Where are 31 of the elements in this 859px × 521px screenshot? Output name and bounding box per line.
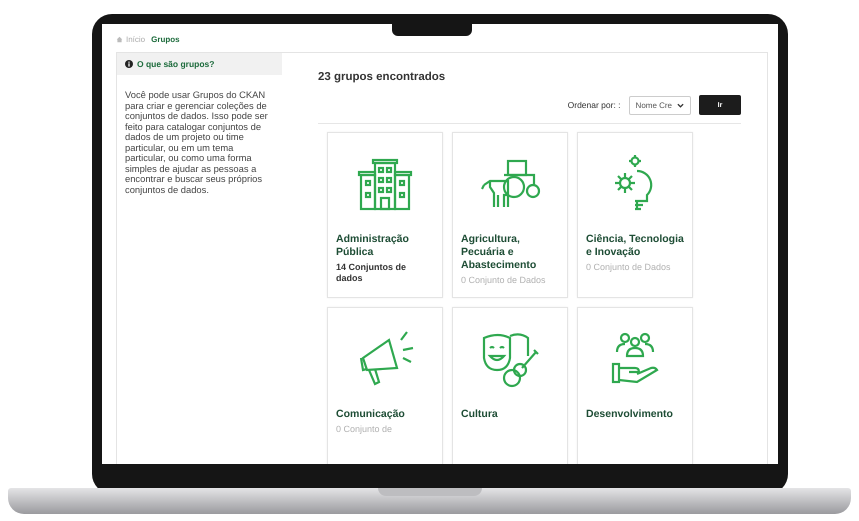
group-card[interactable]: Administração Pública 14 Conjuntos de dados — [327, 132, 443, 298]
group-title[interactable]: Ciência, Tecnologia e Inovação — [586, 233, 684, 260]
dataset-count: 0 Conjunto de Dados — [586, 262, 672, 274]
megaphone-icon — [360, 330, 414, 386]
group-title[interactable]: Cultura — [461, 408, 559, 422]
info-icon — [125, 60, 133, 68]
breadcrumb-link[interactable]: Grupos — [151, 34, 180, 44]
chevron-icon — [677, 103, 684, 108]
dataset-count: 0 Conjunto de — [336, 424, 394, 435]
results-title: 23 grupos encontrados — [318, 71, 446, 83]
people-and-hand-icon — [612, 332, 658, 384]
group-card[interactable]: Comunicação 0 Conjunto de — [327, 307, 443, 464]
group-card[interactable]: Cultura — [452, 307, 568, 464]
group-title[interactable]: Administração Pública — [336, 233, 434, 260]
group-card[interactable]: Ciência, Tecnologia e Inovação 0 Conjunto de Dados — [577, 132, 693, 298]
gear-lightbulb-icon — [614, 154, 652, 210]
sidebar-link[interactable]: O que são grupos? — [137, 59, 214, 69]
group-title[interactable]: Comunicação — [336, 408, 434, 422]
group-title[interactable]: Desenvolvimento — [586, 408, 684, 422]
sort-dropdown[interactable]: Nome Cre — [628, 96, 691, 114]
building-icon — [358, 158, 412, 210]
dataset-count: 0 Conjunto de Dados — [461, 275, 547, 286]
group-title[interactable]: Agricultura, Pecuária e Abastecimento — [461, 233, 559, 272]
sort-label: Ordenar por: : — [568, 100, 621, 110]
home-icon — [116, 36, 122, 42]
theater-masks-and-guitar-icon — [482, 333, 540, 388]
tractor-and-cow-icon — [481, 160, 540, 208]
sidebar-paragraph: Você pode usar Grupos do CKAN para criar e gerenciar coleções de conjuntos de dados. Isso pode ser feito para catalogar conjuntos de dados de um projeto ou time particular, ou em um tema particular, ou como uma forma simples de ajudar as pessoas a encontrar e buscar seus próprios conjuntos de dados. — [125, 90, 269, 196]
group-card[interactable]: Desenvolvimento — [577, 307, 693, 464]
group-card[interactable]: Agricultura, Pecuária e Abastecimento 0 Conjunto de Dados — [452, 132, 568, 298]
dataset-count: 14 Conjuntos de dados — [336, 262, 408, 284]
